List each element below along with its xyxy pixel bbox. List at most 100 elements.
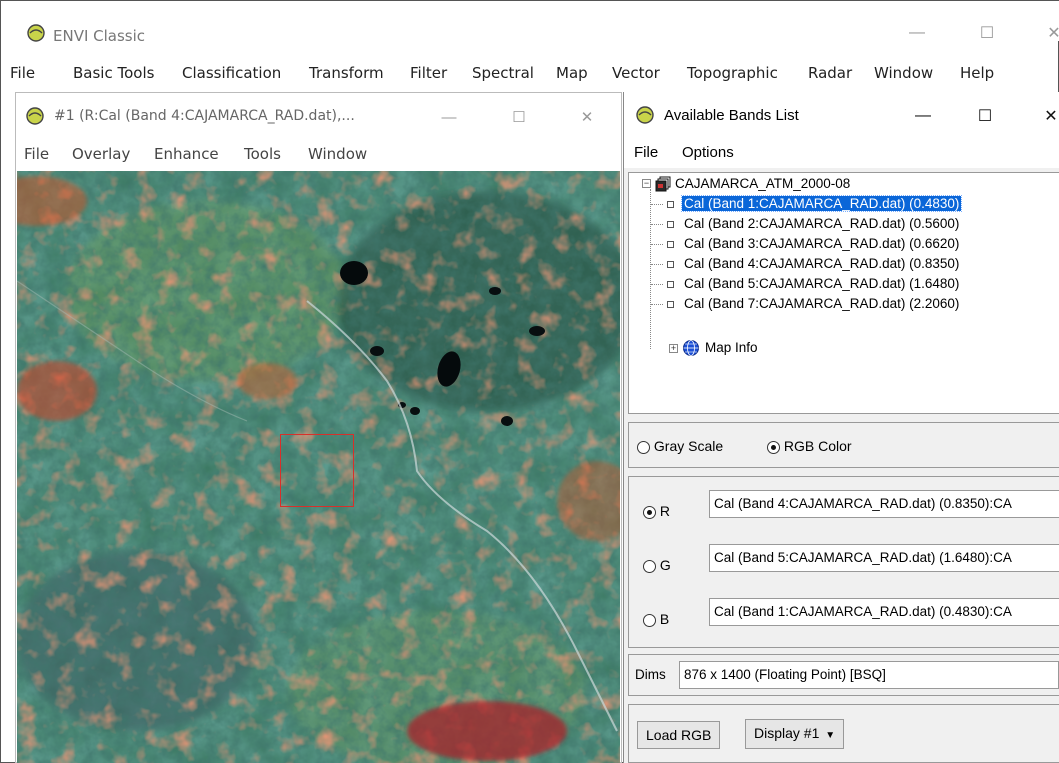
- band-row[interactable]: Cal (Band 5:CAJAMARCA_RAD.dat) (1.6480): [651, 275, 961, 293]
- rgb-channel-group: R Cal (Band 4:CAJAMARCA_RAD.dat) (0.8350…: [628, 476, 1059, 648]
- image-menu-file[interactable]: File: [24, 145, 49, 163]
- menu-topographic[interactable]: Topographic: [687, 64, 778, 82]
- bands-window-menubar: File Options: [624, 138, 1059, 168]
- load-rgb-button[interactable]: Load RGB: [637, 721, 721, 749]
- r-channel-option[interactable]: R: [643, 503, 670, 519]
- envi-logo-icon: [636, 106, 654, 124]
- display-select-button[interactable]: Display #1 ▼: [745, 719, 845, 749]
- chevron-down-icon: ▼: [825, 730, 836, 741]
- button-group: Load RGB Display #1 ▼: [628, 704, 1059, 763]
- image-window-titlebar: #1 (R:Cal (Band 4:CAJAMARCA_RAD.dat),...…: [16, 93, 621, 139]
- zoom-region-box[interactable]: [280, 434, 354, 507]
- rgb-color-option[interactable]: RGB Color: [767, 438, 852, 454]
- image-menu-window[interactable]: Window: [308, 145, 367, 163]
- band-leaf-icon: [667, 200, 674, 208]
- bands-menu-options[interactable]: Options: [682, 144, 734, 161]
- dims-label: Dims: [635, 667, 666, 682]
- band-label[interactable]: Cal (Band 5:CAJAMARCA_RAD.dat) (1.6480): [682, 276, 961, 291]
- bands-tree: − CAJAMARCA_ATM_2000-08 Cal (Band 1:CAJA…: [628, 172, 1059, 414]
- bands-window-title: Available Bands List: [664, 107, 799, 124]
- gray-scale-radio[interactable]: [637, 440, 650, 454]
- image-display-window: #1 (R:Cal (Band 4:CAJAMARCA_RAD.dat),...…: [15, 92, 622, 763]
- g-channel-label: G: [659, 557, 671, 573]
- band-label[interactable]: Cal (Band 4:CAJAMARCA_RAD.dat) (0.8350): [682, 256, 961, 271]
- r-channel-label: R: [659, 503, 671, 519]
- menu-help[interactable]: Help: [960, 64, 994, 82]
- g-band-field[interactable]: Cal (Band 5:CAJAMARCA_RAD.dat) (1.6480):…: [709, 544, 1059, 572]
- envi-logo-icon: [26, 107, 44, 125]
- maximize-icon: ☐: [979, 25, 995, 42]
- band-leaf-icon: [667, 280, 674, 288]
- band-label[interactable]: Cal (Band 3:CAJAMARCA_RAD.dat) (0.6620): [682, 236, 961, 251]
- band-row[interactable]: Cal (Band 4:CAJAMARCA_RAD.dat) (0.8350): [651, 255, 961, 273]
- band-row[interactable]: Cal (Band 2:CAJAMARCA_RAD.dat) (0.5600): [651, 215, 961, 233]
- b-channel-radio[interactable]: [643, 613, 656, 627]
- band-row[interactable]: Cal (Band 1:CAJAMARCA_RAD.dat) (0.4830): [651, 195, 963, 213]
- maximize-button[interactable]: ☐: [964, 19, 1010, 47]
- display-select-label: Display #1: [754, 725, 820, 741]
- image-menu-tools[interactable]: Tools: [244, 145, 281, 163]
- menu-window[interactable]: Window: [874, 64, 933, 82]
- maximize-icon: ☐: [512, 109, 526, 126]
- band-label[interactable]: Cal (Band 7:CAJAMARCA_RAD.dat) (2.2060): [682, 296, 961, 311]
- g-channel-option[interactable]: G: [643, 557, 671, 573]
- tree-root-label[interactable]: CAJAMARCA_ATM_2000-08: [675, 175, 850, 193]
- menu-transform[interactable]: Transform: [309, 64, 384, 82]
- menu-file[interactable]: File: [10, 64, 35, 82]
- dims-value: 876 x 1400 (Floating Point) [BSQ]: [679, 661, 1059, 689]
- band-leaf-icon: [667, 220, 674, 228]
- r-band-field[interactable]: Cal (Band 4:CAJAMARCA_RAD.dat) (0.8350):…: [709, 490, 1059, 518]
- menu-spectral[interactable]: Spectral: [472, 64, 534, 82]
- collapse-icon[interactable]: −: [642, 179, 651, 188]
- band-leaf-icon: [667, 260, 674, 268]
- menu-vector[interactable]: Vector: [612, 64, 660, 82]
- minimize-icon: —: [441, 108, 457, 126]
- close-icon: ✕: [580, 109, 594, 126]
- expand-icon[interactable]: +: [669, 344, 678, 353]
- minimize-icon: —: [915, 107, 931, 124]
- available-bands-window: Available Bands List — ☐ ✕ File Options …: [623, 92, 1059, 763]
- image-menu-enhance[interactable]: Enhance: [154, 145, 219, 163]
- menu-radar[interactable]: Radar: [808, 64, 852, 82]
- band-leaf-icon: [667, 300, 674, 308]
- b-band-field[interactable]: Cal (Band 1:CAJAMARCA_RAD.dat) (0.4830):…: [709, 598, 1059, 626]
- band-row[interactable]: Cal (Band 7:CAJAMARCA_RAD.dat) (2.2060): [651, 295, 961, 313]
- menu-filter[interactable]: Filter: [410, 64, 447, 82]
- rgb-color-radio[interactable]: [767, 440, 780, 454]
- bands-maximize-button[interactable]: ☐: [967, 104, 1003, 128]
- rgb-color-label: RGB Color: [783, 438, 852, 454]
- bands-menu-file[interactable]: File: [634, 144, 658, 161]
- g-channel-radio[interactable]: [643, 559, 656, 573]
- r-channel-radio[interactable]: [643, 505, 656, 519]
- dims-group: Dims 876 x 1400 (Floating Point) [BSQ]: [628, 654, 1059, 696]
- menu-basic-tools[interactable]: Basic Tools: [73, 64, 154, 82]
- globe-icon: [683, 340, 699, 356]
- band-leaf-icon: [667, 240, 674, 248]
- band-row[interactable]: Cal (Band 3:CAJAMARCA_RAD.dat) (0.6620): [651, 235, 961, 253]
- menu-map[interactable]: Map: [556, 64, 588, 82]
- close-icon: ✕: [1047, 25, 1059, 42]
- file-stack-icon: [655, 176, 671, 192]
- image-close-button[interactable]: ✕: [572, 105, 602, 129]
- gray-scale-option[interactable]: Gray Scale: [637, 438, 723, 454]
- satellite-image[interactable]: [17, 171, 620, 763]
- band-label-selected[interactable]: Cal (Band 1:CAJAMARCA_RAD.dat) (0.4830): [680, 195, 963, 212]
- bands-minimize-button[interactable]: —: [905, 104, 941, 128]
- minimize-button[interactable]: —: [894, 19, 940, 47]
- image-menu-overlay[interactable]: Overlay: [72, 145, 130, 163]
- b-channel-option[interactable]: B: [643, 611, 669, 627]
- envi-logo-icon: [27, 24, 45, 42]
- gray-scale-label: Gray Scale: [653, 438, 724, 454]
- menu-classification[interactable]: Classification: [182, 64, 281, 82]
- close-button[interactable]: ✕: [1031, 19, 1059, 47]
- map-info-label[interactable]: Map Info: [705, 339, 758, 357]
- image-minimize-button[interactable]: —: [434, 105, 464, 129]
- band-label[interactable]: Cal (Band 2:CAJAMARCA_RAD.dat) (0.5600): [682, 216, 961, 231]
- minimize-icon: —: [909, 24, 925, 41]
- main-titlebar: ENVI Classic — ☐ ✕: [1, 1, 1059, 45]
- close-icon: ✕: [1044, 108, 1058, 125]
- maximize-icon: ☐: [977, 108, 993, 125]
- bands-close-button[interactable]: ✕: [1033, 104, 1059, 128]
- image-maximize-button[interactable]: ☐: [504, 105, 534, 129]
- app-title: ENVI Classic: [53, 27, 146, 45]
